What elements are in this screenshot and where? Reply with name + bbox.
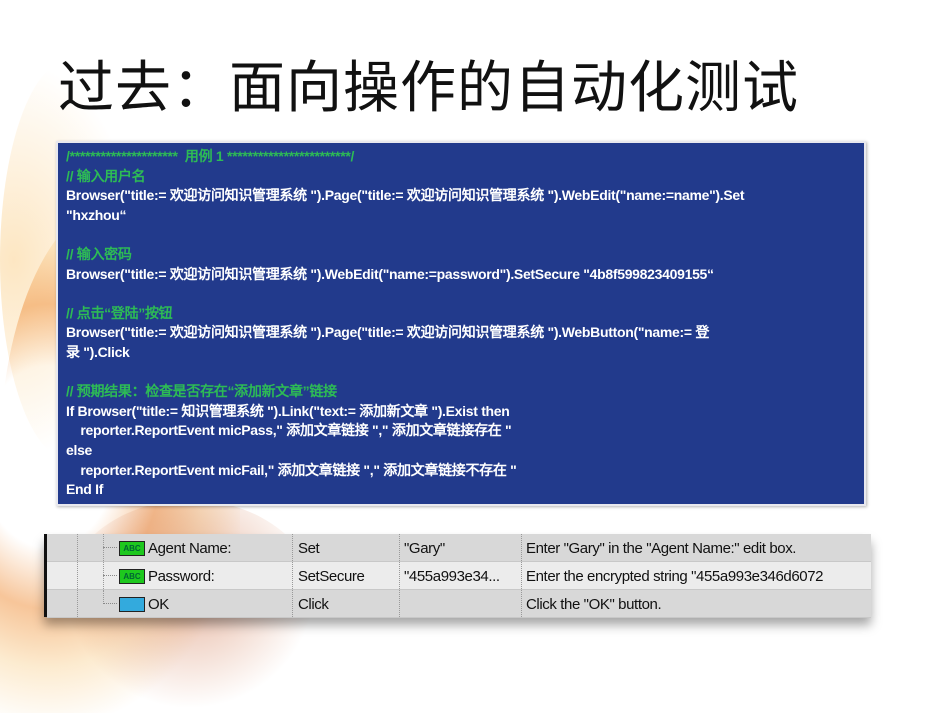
- edit-box-icon: ABC: [119, 541, 145, 556]
- tree-branch: [103, 603, 117, 604]
- tree-branch: [103, 547, 117, 548]
- code-line: Browser("title:= 欢迎访问知识管理系统 ").Page("tit…: [66, 187, 745, 204]
- step-item: Password:: [148, 568, 215, 585]
- column-divider: [292, 590, 293, 617]
- code-line: reporter.ReportEvent micPass," 添加文章链接 ",…: [66, 422, 512, 439]
- code-comment-line: // 输入用户名: [66, 167, 146, 184]
- column-divider: [399, 562, 400, 589]
- tree-line: [77, 590, 78, 617]
- column-divider: [292, 562, 293, 589]
- column-divider: [521, 562, 522, 589]
- tree-line: [103, 590, 104, 604]
- step-documentation: Enter the encrypted string "455a993e346d…: [526, 568, 824, 585]
- table-row[interactable]: OK Click Click the "OK" button.: [47, 590, 871, 618]
- table-row[interactable]: ABC Agent Name: Set "Gary" Enter "Gary" …: [47, 534, 871, 562]
- code-comment-line: /********************* 用例 1 ************…: [66, 148, 355, 164]
- column-divider: [399, 590, 400, 617]
- step-documentation: Click the "OK" button.: [526, 596, 662, 613]
- code-line: else: [66, 441, 93, 458]
- code-line: "hxzhou“: [66, 206, 127, 223]
- column-divider: [292, 534, 293, 561]
- keyword-view-table: ABC Agent Name: Set "Gary" Enter "Gary" …: [44, 534, 871, 618]
- column-divider: [521, 534, 522, 561]
- code-line: If Browser("title:= 知识管理系统 ").Link("text…: [66, 402, 510, 419]
- code-comment-line: // 预期结果：检查是否存在“添加新文章”链接: [66, 383, 337, 400]
- step-item: Agent Name:: [148, 540, 232, 557]
- step-item: OK: [148, 596, 169, 613]
- code-line: End If: [66, 481, 104, 498]
- step-operation: Click: [298, 596, 329, 613]
- table-row[interactable]: ABC Password: SetSecure "455a993e34... E…: [47, 562, 871, 590]
- slide-title: 过去：面向操作的自动化测试: [58, 56, 799, 119]
- edit-box-icon: ABC: [119, 569, 145, 584]
- code-block: /********************* 用例 1 ************…: [56, 141, 866, 506]
- column-divider: [399, 534, 400, 561]
- code-line: Browser("title:= 欢迎访问知识管理系统 ").WebEdit("…: [66, 265, 714, 282]
- code-line: Browser("title:= 欢迎访问知识管理系统 ").Page("tit…: [66, 324, 710, 341]
- step-documentation: Enter "Gary" in the "Agent Name:" edit b…: [526, 540, 797, 557]
- code-comment-line: // 点击“登陆”按钮: [66, 304, 173, 321]
- step-value: "455a993e34...: [404, 568, 500, 585]
- tree-line: [77, 562, 78, 589]
- tree-branch: [103, 575, 117, 576]
- code-comment-line: // 输入密码: [66, 245, 132, 262]
- slide: 过去：面向操作的自动化测试 /********************* 用例 …: [0, 0, 950, 713]
- code-line: 录 ").Click: [66, 343, 130, 360]
- column-divider: [521, 590, 522, 617]
- button-icon: [119, 597, 145, 612]
- step-operation: Set: [298, 540, 320, 557]
- code-line: reporter.ReportEvent micFail," 添加文章链接 ",…: [66, 461, 517, 478]
- step-value: "Gary": [404, 540, 445, 557]
- tree-line: [77, 534, 78, 561]
- step-operation: SetSecure: [298, 568, 365, 585]
